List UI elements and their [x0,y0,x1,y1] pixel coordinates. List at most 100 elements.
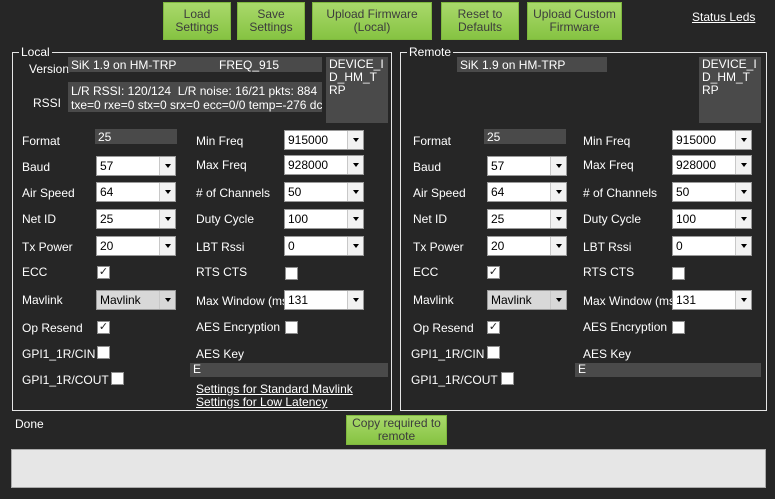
local-maxfreq-value: 928000 [288,158,329,172]
remote-format-value: 25 [484,129,566,144]
remote-airspeed-label: Air Speed [413,186,466,200]
remote-ecc-checkbox[interactable]: ✓ [487,266,500,279]
local-baud-select[interactable]: 57 [96,156,176,176]
chevron-down-icon [347,131,363,149]
load-settings-button[interactable]: Load Settings [163,2,231,40]
check-icon: ✓ [98,266,109,278]
local-txpower-value: 20 [100,239,114,253]
copy-to-remote-button[interactable]: Copy required to remote [346,415,447,445]
remote-duty-value: 100 [676,212,697,226]
remote-channels-label: # of Channels [583,186,658,200]
remote-netid-select[interactable]: 25 [487,209,567,229]
remote-gpi-cout-checkbox[interactable] [501,372,514,385]
chevron-down-icon [347,210,363,228]
copy-to-remote-label: Copy required to remote [352,416,441,443]
local-opresend-checkbox[interactable]: ✓ [97,321,110,334]
local-gpi-cout-checkbox[interactable] [111,372,124,385]
local-airspeed-value: 64 [100,185,114,199]
remote-opresend-checkbox[interactable]: ✓ [487,321,500,334]
local-minfreq-select[interactable]: 915000 [284,130,364,150]
local-device-id: DEVICE_ID_HM_TRP [326,57,388,123]
local-maxfreq-select[interactable]: 928000 [284,155,364,175]
reset-defaults-label: Reset to Defaults [457,7,503,34]
local-rssi-line2: txe=0 rxe=0 stx=0 srx=0 ecc=0/0 temp=-27… [71,98,322,112]
standard-mavlink-link[interactable]: Settings for Standard Mavlink [196,382,353,396]
chevron-down-icon [159,237,175,255]
local-maxwindow-select[interactable]: 131 [284,290,364,310]
local-lbt-select[interactable]: 0 [284,236,364,256]
chevron-down-icon [550,210,566,228]
reset-defaults-button[interactable]: Reset to Defaults [441,2,519,40]
remote-ecc-label: ECC [413,265,439,279]
remote-minfreq-select[interactable]: 915000 [672,130,752,150]
remote-duty-select[interactable]: 100 [672,209,752,229]
remote-maxwindow-value: 131 [676,293,697,307]
remote-txpower-label: Tx Power [413,240,464,254]
remote-baud-select[interactable]: 57 [487,156,567,176]
save-settings-label: Save Settings [249,7,293,34]
local-rssi-value: L/R RSSI: 120/124 L/R noise: 16/21 pkts:… [68,82,322,112]
local-txpower-select[interactable]: 20 [96,236,176,256]
local-mavlink-select[interactable]: Mavlink [96,290,176,310]
remote-lbt-label: LBT Rssi [583,240,632,254]
chevron-down-icon [550,183,566,201]
upload-custom-firmware-button[interactable]: Upload Custom Firmware [527,2,622,40]
upload-firmware-button[interactable]: Upload Firmware (Local) [312,2,432,40]
local-aes-checkbox[interactable] [285,321,298,334]
remote-baud-value: 57 [491,159,505,173]
remote-lbt-select[interactable]: 0 [672,236,752,256]
remote-maxfreq-select[interactable]: 928000 [672,155,752,175]
chevron-down-icon [159,183,175,201]
local-aeskey-input[interactable]: E [190,363,388,377]
remote-version-value: SiK 1.9 on HM-TRP [457,57,607,72]
local-netid-select[interactable]: 25 [96,209,176,229]
remote-airspeed-value: 64 [491,185,505,199]
local-duty-label: Duty Cycle [196,212,255,226]
local-rssi-line1: L/R RSSI: 120/124 L/R noise: 16/21 pkts:… [71,84,318,98]
chevron-down-icon [735,131,751,149]
remote-rtscts-checkbox[interactable] [672,267,685,280]
remote-txpower-select[interactable]: 20 [487,236,567,256]
local-aes-label: AES Encryption [196,320,281,334]
remote-gpi-cin-label: GPI1_1R/CIN [411,347,485,361]
local-mavlink-value: Mavlink [100,293,141,307]
local-netid-label: Net ID [22,212,57,226]
local-txpower-label: Tx Power [22,240,73,254]
chevron-down-icon [347,237,363,255]
remote-aes-label: AES Encryption [583,320,668,334]
local-duty-select[interactable]: 100 [284,209,364,229]
local-airspeed-label: Air Speed [22,186,75,200]
remote-legend: Remote [407,45,454,59]
remote-airspeed-select[interactable]: 64 [487,182,567,202]
remote-channels-select[interactable]: 50 [672,182,752,202]
remote-minfreq-value: 915000 [676,133,717,147]
local-version-label: Version [29,62,70,76]
local-airspeed-select[interactable]: 64 [96,182,176,202]
remote-mavlink-select[interactable]: Mavlink [487,290,567,310]
low-latency-link[interactable]: Settings for Low Latency [196,395,327,409]
status-leds-link[interactable]: Status Leds [692,10,755,24]
remote-rtscts-label: RTS CTS [583,265,635,279]
remote-netid-label: Net ID [413,212,448,226]
local-legend: Local [19,45,52,59]
remote-maxwindow-select[interactable]: 131 [672,290,752,310]
load-settings-label: Load Settings [175,7,219,34]
remote-aeskey-input[interactable]: E [575,363,761,377]
remote-gpi-cin-checkbox[interactable] [487,346,500,359]
local-rtscts-checkbox[interactable] [285,267,298,280]
log-panel [11,449,766,488]
chevron-down-icon [735,291,751,309]
local-format-value: 25 [95,129,177,144]
remote-aes-checkbox[interactable] [672,321,685,334]
local-duty-value: 100 [288,212,309,226]
local-channels-select[interactable]: 50 [284,182,364,202]
local-ecc-label: ECC [22,265,48,279]
save-settings-button[interactable]: Save Settings [237,2,305,40]
local-gpi-cin-label: GPI1_1R/CIN [22,347,96,361]
local-ecc-checkbox[interactable]: ✓ [97,266,110,279]
local-gpi-cin-checkbox[interactable] [97,346,110,359]
chevron-down-icon [347,291,363,309]
remote-duty-label: Duty Cycle [583,212,642,226]
chevron-down-icon [347,183,363,201]
remote-opresend-label: Op Resend [413,321,474,335]
